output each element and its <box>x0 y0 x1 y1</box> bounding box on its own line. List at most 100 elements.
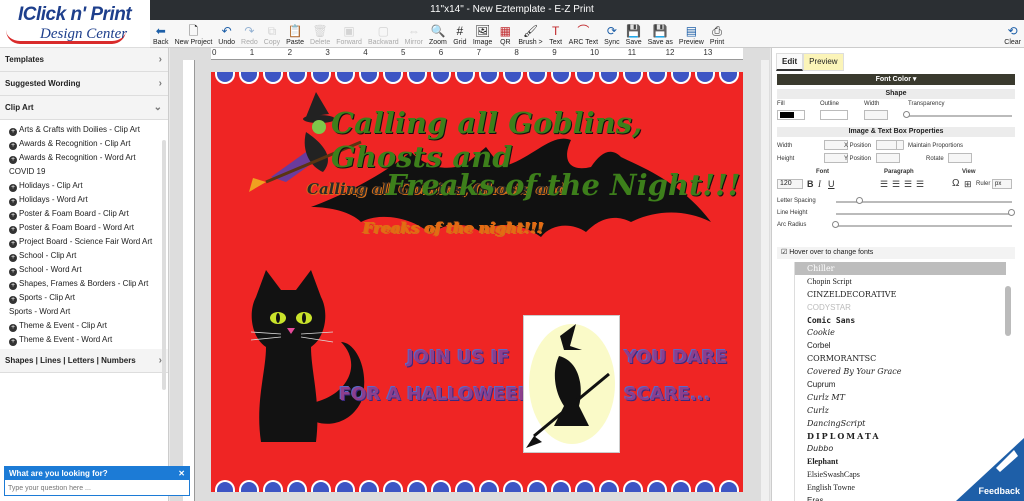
redo-button[interactable]: ↷ Redo <box>238 20 261 48</box>
back-button[interactable]: ⬅ Back <box>150 20 172 48</box>
list-item[interactable]: + Theme & Event - Clip Art <box>0 319 160 333</box>
invite-line1a[interactable]: JOIN US IF <box>407 347 510 368</box>
fill-swatch[interactable] <box>777 110 805 120</box>
preview-button[interactable]: ▤ Preview <box>676 20 707 48</box>
y-position-input[interactable] <box>876 153 900 163</box>
wordart-top-line2[interactable]: Freaks of the night!!! <box>363 219 544 237</box>
sidebar-section-suggested-wording[interactable]: Suggested Wording › <box>0 72 168 96</box>
text-button[interactable]: T Text <box>546 20 566 48</box>
workspace-scrollbar[interactable] <box>761 60 769 501</box>
maintain-checkbox[interactable] <box>896 140 904 150</box>
list-item[interactable]: + Holidays - Word Art <box>0 193 160 207</box>
list-item[interactable]: Sports - Word Art <box>0 305 160 319</box>
rotate-input[interactable] <box>948 153 972 163</box>
invite-line2b[interactable]: SCARE... <box>624 384 711 405</box>
new-project-button[interactable]: 🗋 New Project <box>172 20 216 48</box>
font-option[interactable]: Curlz MT <box>795 391 1006 404</box>
outline-swatch[interactable] <box>820 110 848 120</box>
transparency-knob[interactable] <box>903 111 910 118</box>
tab-edit[interactable]: Edit <box>776 53 804 71</box>
image-button[interactable]: 🖼 Image <box>470 20 495 48</box>
delete-button[interactable]: 🗑 Delete <box>307 20 333 48</box>
transparency-slider[interactable] <box>908 115 1012 117</box>
sidebar-scrollbar[interactable] <box>162 140 166 390</box>
font-option[interactable]: Cuprum <box>795 378 1006 391</box>
font-option[interactable]: Cookie <box>795 326 1006 339</box>
font-option[interactable]: Corbel <box>795 339 1006 352</box>
save-button[interactable]: 💾 Save <box>623 20 645 48</box>
font-option[interactable]: CODYSTAR <box>795 301 1006 314</box>
list-item[interactable]: + Theme & Event - Word Art <box>0 333 160 347</box>
list-item[interactable]: + Arts & Crafts with Doilies - Clip Art <box>0 123 160 137</box>
font-option[interactable]: CORMORANTSC <box>795 352 1006 365</box>
invite-line1b[interactable]: YOU DARE <box>624 347 728 368</box>
arc-radius-knob[interactable] <box>832 221 839 228</box>
font-size-select[interactable]: 120 <box>777 179 803 189</box>
list-item[interactable]: COVID 19 <box>0 165 160 179</box>
list-item[interactable]: + Poster & Foam Board - Clip Art <box>0 207 160 221</box>
list-item[interactable]: + Project Board - Science Fair Word Art <box>0 235 160 249</box>
font-option[interactable]: Curlz <box>795 404 1006 417</box>
feedback-tab[interactable]: Feedback <box>956 438 1024 501</box>
invite-line2a[interactable]: FOR A HALLOWEEN <box>339 384 533 405</box>
bold-icon[interactable]: B <box>807 179 814 189</box>
list-item[interactable]: + Poster & Foam Board - Word Art <box>0 221 160 235</box>
print-button[interactable]: ⎙ Print <box>707 20 727 48</box>
save-as-button[interactable]: 💾 Save as <box>645 20 676 48</box>
line-height-knob[interactable] <box>1008 209 1015 216</box>
close-icon[interactable]: ✕ <box>178 467 185 480</box>
list-item[interactable]: + Awards & Recognition - Word Art <box>0 151 160 165</box>
align-center-icon[interactable]: ☰ <box>892 179 900 190</box>
align-right-icon[interactable]: ☰ <box>904 179 912 190</box>
italic-icon[interactable]: I <box>818 179 821 189</box>
list-item[interactable]: + Sports - Clip Art <box>0 291 160 305</box>
list-item[interactable]: + Awards & Recognition - Clip Art <box>0 137 160 151</box>
paste-button[interactable]: 📋 Paste <box>283 20 307 48</box>
forward-button[interactable]: ▣ Forward <box>333 20 365 48</box>
justify-icon[interactable]: ☰ <box>916 179 924 190</box>
design-canvas[interactable]: Calling all Goblins, Ghosts and Freaks o… <box>211 72 743 492</box>
list-item[interactable]: + School - Word Art <box>0 263 160 277</box>
mirror-button[interactable]: ⇔ Mirror <box>402 20 426 48</box>
font-option[interactable]: Chiller <box>795 262 1006 275</box>
font-option[interactable]: Covered By Your Grace <box>795 365 1006 378</box>
font-option[interactable]: Chopin Script <box>795 275 1006 288</box>
headline-line1[interactable]: Calling all Goblins, Ghosts and <box>331 106 743 174</box>
list-item[interactable]: + Shapes, Frames & Borders - Clip Art <box>0 277 160 291</box>
qr-button[interactable]: ▦ QR <box>495 20 515 48</box>
brush-button[interactable]: 🖌 Brush > <box>515 20 545 48</box>
letter-spacing-knob[interactable] <box>856 197 863 204</box>
layout-icon[interactable]: ⊞ <box>964 179 972 190</box>
ruler-unit-select[interactable]: px <box>992 179 1012 189</box>
arc-radius-slider[interactable] <box>836 225 1012 227</box>
clear-button[interactable]: ⟲ Clear <box>1001 20 1024 48</box>
sync-button[interactable]: ⟳ Sync <box>601 20 623 48</box>
copy-button[interactable]: ⧉ Copy <box>261 20 283 48</box>
tab-preview[interactable]: Preview <box>803 53 844 71</box>
backward-button[interactable]: ▢ Backward <box>365 20 402 48</box>
underline-icon[interactable]: U <box>828 179 835 189</box>
arc-text-button[interactable]: ⌒ ARC Text <box>566 20 601 48</box>
list-item[interactable]: + Holidays - Clip Art <box>0 179 160 193</box>
omega-icon[interactable]: Ω <box>952 178 959 189</box>
font-option[interactable]: Comic Sans <box>795 314 1006 327</box>
chat-input[interactable] <box>8 483 186 494</box>
logo[interactable]: IClick n' Print Design Center <box>0 0 150 48</box>
line-height-slider[interactable] <box>836 213 1012 215</box>
font-option[interactable]: CINZELDECORATIVE <box>795 288 1006 301</box>
undo-button[interactable]: ↶ Undo <box>215 20 238 48</box>
align-left-icon[interactable]: ☰ <box>880 179 888 190</box>
font-color-dropdown[interactable]: Font Color ▾ <box>777 74 1015 85</box>
sidebar-section-clip-art[interactable]: Clip Art ⌄ <box>0 96 168 120</box>
font-option[interactable]: DancingScript <box>795 417 1006 430</box>
font-list-scrollbar[interactable] <box>1005 286 1011 336</box>
width-input[interactable] <box>864 110 888 120</box>
list-item[interactable]: + School - Clip Art <box>0 249 160 263</box>
headline-line2[interactable]: Freaks of the Night!!! <box>386 168 741 202</box>
grid-button[interactable]: # Grid <box>450 20 470 48</box>
zoom-button[interactable]: 🔍 Zoom <box>426 20 450 48</box>
plus-circle-icon: + <box>9 282 17 290</box>
sidebar-section-shapes[interactable]: Shapes | Lines | Letters | Numbers › <box>0 349 168 373</box>
witch-silhouette-image[interactable] <box>523 315 620 453</box>
sidebar-section-templates[interactable]: Templates › <box>0 48 168 72</box>
